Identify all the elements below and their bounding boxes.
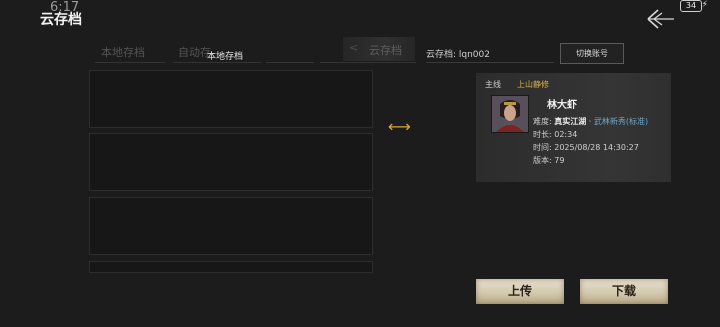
character-portrait [491, 95, 529, 133]
tab-divider [320, 62, 416, 63]
upload-button[interactable]: 上传 [476, 279, 564, 304]
tab-cloud[interactable]: < 云存档 [343, 37, 415, 61]
download-button[interactable]: 下载 [580, 279, 668, 304]
save-version: 版本: 79 [533, 156, 565, 165]
page-title: 云存档 [40, 12, 82, 28]
tab-local-ghost: 本地存档 [101, 46, 145, 59]
charging-icon: ⚡ [701, 0, 708, 10]
switch-account-button[interactable]: 切换账号 [560, 43, 624, 64]
character-name: 林大虾 [547, 100, 577, 111]
difficulty-separator: · [586, 117, 594, 126]
transfer-icon: ⟷ [388, 117, 411, 136]
cloud-save-card[interactable]: 主线 上山静修 林大虾 难度: 真实江湖 · 武林新秀(标准) 时长: 02:3… [476, 73, 671, 182]
save-slot-2[interactable] [89, 133, 373, 191]
account-underline [426, 62, 554, 63]
difficulty-value: 真实江湖 [554, 117, 587, 126]
save-slot-1[interactable] [89, 70, 373, 128]
back-arrow-icon [647, 9, 674, 29]
tab-local[interactable]: 本地存档 [207, 49, 243, 62]
chapter-name: 上山静修 [517, 80, 549, 89]
difficulty-row: 难度: 真实江湖 · 武林新秀(标准) [533, 116, 648, 127]
back-button[interactable] [646, 8, 676, 30]
difficulty-mode: 武林新秀(标准) [593, 117, 649, 126]
tab-divider [95, 62, 165, 63]
tab-cloud-label: 云存档 [369, 44, 402, 57]
difficulty-label: 难度: [533, 117, 552, 126]
story-line-label: 主线 [485, 80, 501, 89]
battery-icon: 34 [680, 0, 702, 12]
tab-divider [173, 62, 261, 63]
save-timestamp: 时间: 2025/08/28 14:30:27 [533, 143, 639, 152]
play-duration: 时长: 02:34 [533, 130, 578, 139]
save-slot-3[interactable] [89, 197, 373, 255]
tab-divider [266, 62, 314, 63]
cloud-account-id: 云存档: lqn002 [426, 50, 490, 60]
save-slot-4[interactable] [89, 261, 373, 273]
chevron-left-icon: < [349, 41, 359, 54]
